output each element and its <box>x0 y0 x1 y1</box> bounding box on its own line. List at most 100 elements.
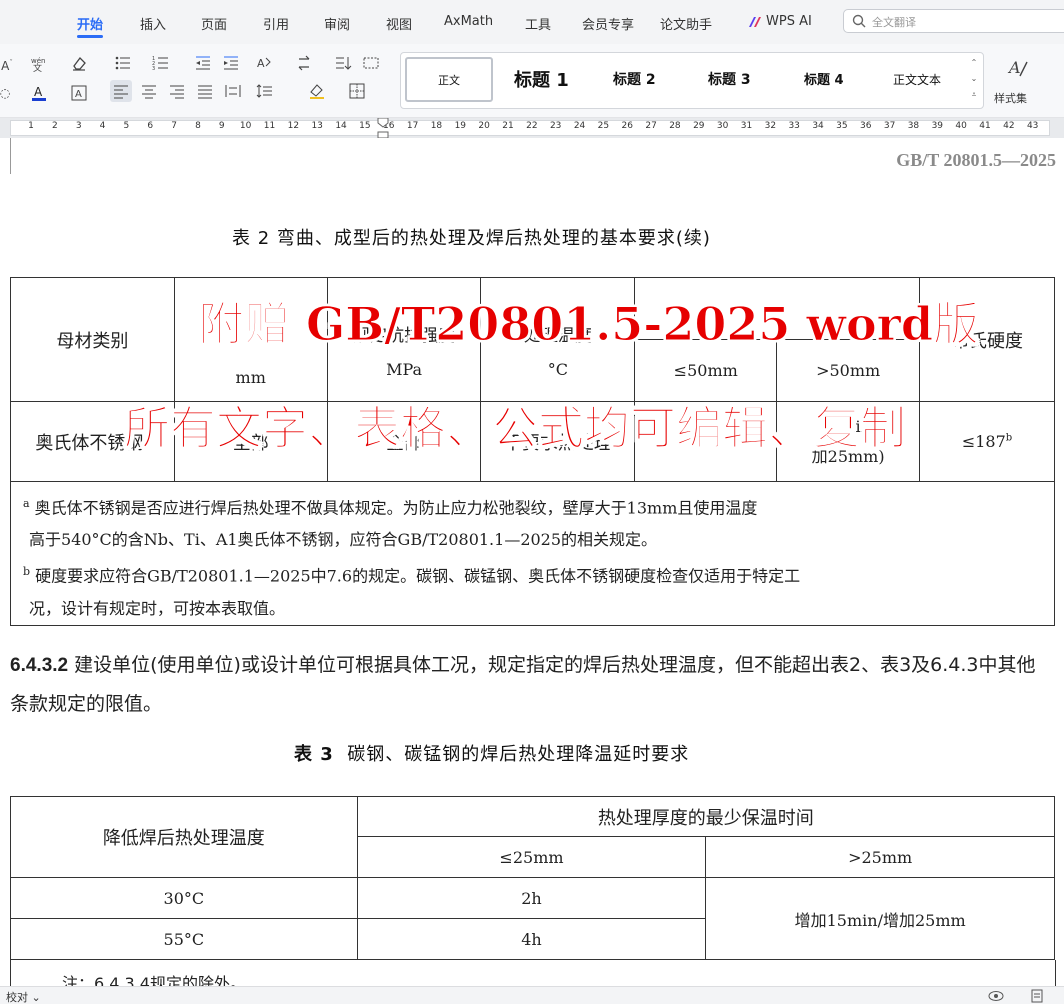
ruler-number: 24 <box>573 121 586 131</box>
ruler-number: 15 <box>359 121 371 131</box>
table-3: 降低焊后热处理温度 热处理厚度的最少保温时间 ≤25mm >25mm 30°C … <box>10 796 1056 960</box>
tab-wps-ai[interactable]: WPS AI <box>766 14 812 29</box>
clause-6-4-3-2: 6.4.3.2 建设单位(使用单位)或设计单位可根据具体工况，规定指定的焊后热处… <box>10 646 1050 723</box>
ruler-number: 3 <box>75 121 82 131</box>
wps-ai-logo-icon <box>749 17 761 27</box>
style-heading-3[interactable]: 标题 3 <box>708 53 751 108</box>
tab-home[interactable]: 开始 <box>77 14 103 33</box>
cell-time-4h: 4h <box>356 918 707 960</box>
cell-gt25-merged: 增加15min/增加25mm <box>705 877 1055 960</box>
document-page[interactable]: GB/T 20801.5—2025 表 2 弯曲、成型后的热处理及焊后热处理的基… <box>0 138 1064 986</box>
tab-member[interactable]: 会员专享 <box>582 14 634 33</box>
cell-time-2h: 2h <box>356 877 707 919</box>
status-bar: 校对 ⌄ <box>0 986 1064 1004</box>
ruler-number: 11 <box>263 121 276 131</box>
ruler-number: 36 <box>860 121 872 131</box>
ruler-number: 25 <box>597 121 610 131</box>
ruler-number: 42 <box>1003 121 1015 131</box>
align-center-icon[interactable] <box>138 80 160 102</box>
borders-icon[interactable] <box>346 80 368 102</box>
ruler-number: 4 <box>99 121 106 131</box>
font-color-icon[interactable]: A <box>28 82 50 104</box>
chinese-layout-icon[interactable]: A <box>254 52 276 74</box>
style-heading-4[interactable]: 标题 4 <box>804 53 844 108</box>
eye-protection-icon[interactable] <box>988 989 1004 1003</box>
ruler-number: 21 <box>502 121 514 131</box>
expand-icon[interactable]: ⩡ <box>967 87 981 103</box>
search-input[interactable]: 全文翻译 <box>843 9 1064 33</box>
page-view-icon[interactable] <box>1030 989 1044 1003</box>
table2-notes: a 奥氏体不锈钢是否应进行焊后热处理不做具体规定。为防止应力松弛裂纹，壁厚大于1… <box>10 481 1055 626</box>
tab-paper-assistant[interactable]: 论文助手 <box>660 14 712 33</box>
ruler-number: 5 <box>123 121 130 131</box>
th-reduce-temp: 降低焊后热处理温度 <box>10 796 358 878</box>
cell-hardness: ≤187b <box>919 401 1055 482</box>
distributed-align-icon[interactable] <box>222 80 244 102</box>
tab-review[interactable]: 审阅 <box>324 14 350 33</box>
ruler-number: 40 <box>955 121 967 131</box>
decrease-indent-icon[interactable] <box>192 52 214 74</box>
note-a-cont: 高于540°C的含Nb、Ti、A1奥氏体不锈钢，应符合GB/T20801.1—2… <box>29 530 658 550</box>
ruler-number: 26 <box>621 121 633 131</box>
ruler-number: 17 <box>406 121 419 131</box>
line-spacing-icon[interactable] <box>254 80 276 102</box>
styles-set-button[interactable]: A 样式集 <box>990 52 1050 110</box>
numbered-list-icon[interactable]: 123 <box>150 52 172 74</box>
chevron-down-icon[interactable]: ⌄ <box>967 71 981 87</box>
ruler-number: 28 <box>669 121 681 131</box>
table3-caption: 表 3 碳钢、碳锰钢的焊后热处理降温延时要求 <box>294 744 690 765</box>
tab-page[interactable]: 页面 <box>201 14 227 33</box>
font-shrink-icon[interactable]: Aˇ <box>0 52 18 74</box>
promo-overlay-line1: 附赠 GB/T20801.5-2025 word版 <box>197 297 980 352</box>
align-left-icon[interactable] <box>110 80 132 102</box>
styles-set-label: 样式集 <box>994 92 1027 105</box>
shading-icon[interactable] <box>306 80 328 102</box>
ruler-number: 39 <box>931 121 944 131</box>
table3-note: 注：6.4.3.4规定的除外。 <box>62 974 246 986</box>
justify-icon[interactable] <box>194 80 216 102</box>
sort-icon[interactable] <box>332 52 354 74</box>
bullet-list-icon[interactable] <box>112 52 134 74</box>
ruler-number: 19 <box>454 121 467 131</box>
svg-text:A: A <box>257 57 265 70</box>
clause-number: 6.4.3.2 <box>10 655 69 676</box>
tab-insert[interactable]: 插入 <box>140 14 166 33</box>
tab-view[interactable]: 视图 <box>386 14 412 33</box>
style-heading-1[interactable]: 标题 1 <box>514 53 569 108</box>
tab-tools[interactable]: 工具 <box>525 14 551 33</box>
ruler-number: 41 <box>979 121 991 131</box>
ruler-number: 10 <box>239 121 252 131</box>
proofread-button[interactable]: 校对 ⌄ <box>6 989 41 1004</box>
style-normal[interactable]: 正文 <box>405 57 493 102</box>
ruler-number: 27 <box>645 121 657 131</box>
tab-axmath[interactable]: AxMath <box>444 14 493 29</box>
char-border-icon[interactable]: A <box>68 82 90 104</box>
ruler-number: 8 <box>195 121 201 131</box>
ruler-number: 14 <box>335 121 347 131</box>
margin-mark <box>10 138 11 174</box>
ruler-number: 2 <box>51 121 58 131</box>
table2-caption: 表 2 弯曲、成型后的热处理及焊后热处理的基本要求(续) <box>232 228 711 249</box>
chevron-up-icon[interactable]: ⌃ <box>967 55 981 71</box>
text-direction-icon[interactable] <box>294 52 316 74</box>
cell-temp-55: 55°C <box>10 918 358 960</box>
style-body-text[interactable]: 正文文本 <box>893 53 941 108</box>
ruler-number: 1 <box>28 121 34 131</box>
ruler-number: 22 <box>526 121 538 131</box>
gallery-scroll[interactable]: ⌃ ⌄ ⩡ <box>967 55 981 105</box>
text-effect-icon[interactable]: ◌ <box>0 82 16 104</box>
increase-indent-icon[interactable] <box>220 52 242 74</box>
ruler-number: 9 <box>218 121 225 131</box>
svg-text:A: A <box>1007 58 1021 77</box>
svg-text:3: 3 <box>152 66 155 72</box>
align-right-icon[interactable] <box>166 80 188 102</box>
table3-border-continue-right <box>1055 960 1056 986</box>
clear-format-icon[interactable] <box>68 52 90 74</box>
ruler-number: 6 <box>147 121 154 131</box>
active-tab-indicator <box>77 35 103 38</box>
svg-text:文: 文 <box>33 62 42 72</box>
phonetic-guide-icon[interactable]: wén 文 <box>28 52 50 74</box>
show-marks-icon[interactable] <box>360 52 382 74</box>
style-heading-2[interactable]: 标题 2 <box>613 53 656 108</box>
tab-references[interactable]: 引用 <box>263 14 289 33</box>
